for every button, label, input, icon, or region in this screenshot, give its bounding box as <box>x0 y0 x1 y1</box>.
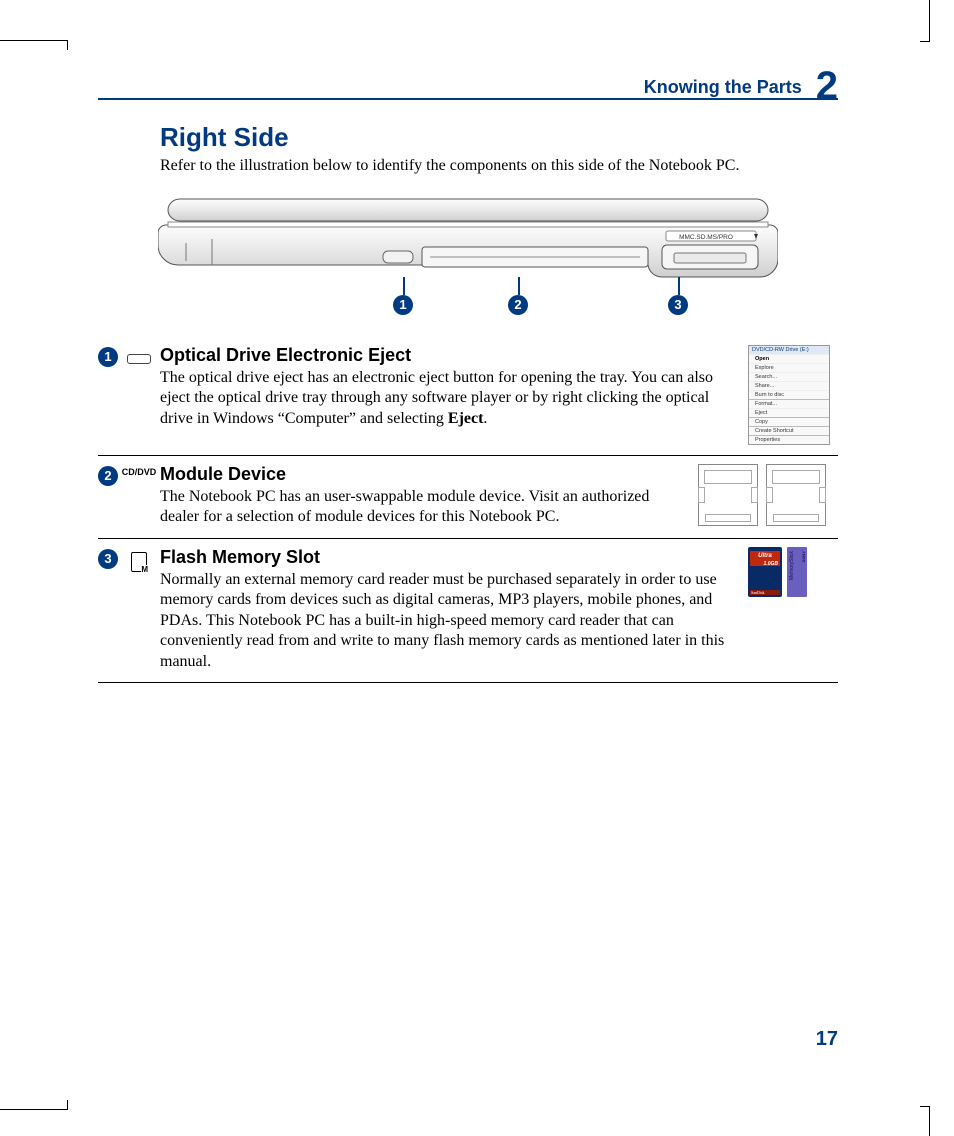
item-body-bold: Eject <box>448 410 484 427</box>
chapter-title: Knowing the Parts <box>644 77 802 98</box>
flash-memory-icon <box>118 547 160 574</box>
context-menu-item: Explore <box>749 363 829 372</box>
crop-mark <box>929 1106 930 1136</box>
page-number-area: 17 <box>98 1028 838 1051</box>
item-number-badge: 3 <box>98 549 118 569</box>
content-area: Knowing the Parts 2 Right Side Refer to … <box>98 62 838 683</box>
feature-item: 2 CD/DVD Module Device The Notebook PC h… <box>98 458 838 539</box>
page-number: 17 <box>816 1028 838 1050</box>
module-drives-illustration <box>698 464 838 526</box>
item-body: The Notebook PC has an user-swappable mo… <box>160 487 688 528</box>
item-number-badge: 2 <box>98 466 118 486</box>
mstick-vendor: SONY <box>801 551 806 562</box>
section-intro: Refer to the illustration below to ident… <box>160 157 838 175</box>
context-menu-item: Copy <box>749 417 829 426</box>
feature-item: 3 Flash Memory Slot Normally an external… <box>98 541 838 683</box>
callout-badge: 1 <box>393 295 413 315</box>
context-menu-header: DVD/CD-RW Drive (E:) <box>749 346 829 354</box>
context-menu-item: Properties <box>749 435 829 444</box>
laptop-illustration: MMC.SD.MS/PRO <box>158 195 778 281</box>
crop-mark <box>0 1109 68 1110</box>
callout-badge: 3 <box>668 295 688 315</box>
item-body-text: The optical drive eject has an electroni… <box>160 369 713 427</box>
item-body: The optical drive eject has an electroni… <box>160 368 738 429</box>
crop-mark <box>0 40 68 41</box>
drive-outline-icon <box>766 464 826 526</box>
mstick-label: MemoryStick <box>789 551 795 580</box>
page: Knowing the Parts 2 Right Side Refer to … <box>0 0 954 1136</box>
item-number-badge: 1 <box>98 347 118 367</box>
sd-capacity: 1.0GB <box>750 560 780 568</box>
item-title: Optical Drive Electronic Eject <box>160 345 738 366</box>
item-title: Flash Memory Slot <box>160 547 738 568</box>
laptop-right-side-figure: MMC.SD.MS/PRO 1 2 3 <box>158 195 778 323</box>
cd-dvd-icon: CD/DVD <box>118 464 160 477</box>
context-menu-item: Format... <box>749 399 829 408</box>
drive-outline-icon <box>698 464 758 526</box>
figure-callouts: 1 2 3 <box>158 277 778 323</box>
eject-button-icon <box>118 345 160 366</box>
chapter-header: Knowing the Parts 2 <box>98 62 838 100</box>
context-menu-item: Search... <box>749 372 829 381</box>
callout-leader <box>678 277 680 295</box>
item-title: Module Device <box>160 464 688 485</box>
callout-leader <box>403 277 405 295</box>
crop-mark <box>929 0 930 42</box>
item-body: Normally an external memory card reader … <box>160 570 738 672</box>
sd-vendor: SanDisk <box>750 590 780 595</box>
callout-badge: 2 <box>508 295 528 315</box>
context-menu-item: Open <box>749 354 829 363</box>
item-body-text: . <box>483 410 487 427</box>
context-menu-item: Eject <box>749 408 829 417</box>
sd-card-icon: Ultra1.0GB SanDisk <box>748 547 782 597</box>
chapter-number: 2 <box>816 68 838 104</box>
section-title: Right Side <box>160 122 838 153</box>
callout-leader <box>518 277 520 295</box>
context-menu-item: Burn to disc <box>749 390 829 399</box>
feature-item: 1 Optical Drive Electronic Eject The opt… <box>98 339 838 456</box>
context-menu-item: Create Shortcut <box>749 426 829 435</box>
memory-slot-label: MMC.SD.MS/PRO <box>679 234 733 241</box>
sd-brand: Ultra <box>758 553 772 559</box>
context-menu-item: Share... <box>749 381 829 390</box>
context-menu-illustration: DVD/CD-RW Drive (E:) Open Explore Search… <box>748 345 838 445</box>
memory-stick-icon: MemoryStick SONY <box>787 547 807 597</box>
memory-cards-illustration: Ultra1.0GB SanDisk MemoryStick SONY <box>748 547 838 597</box>
